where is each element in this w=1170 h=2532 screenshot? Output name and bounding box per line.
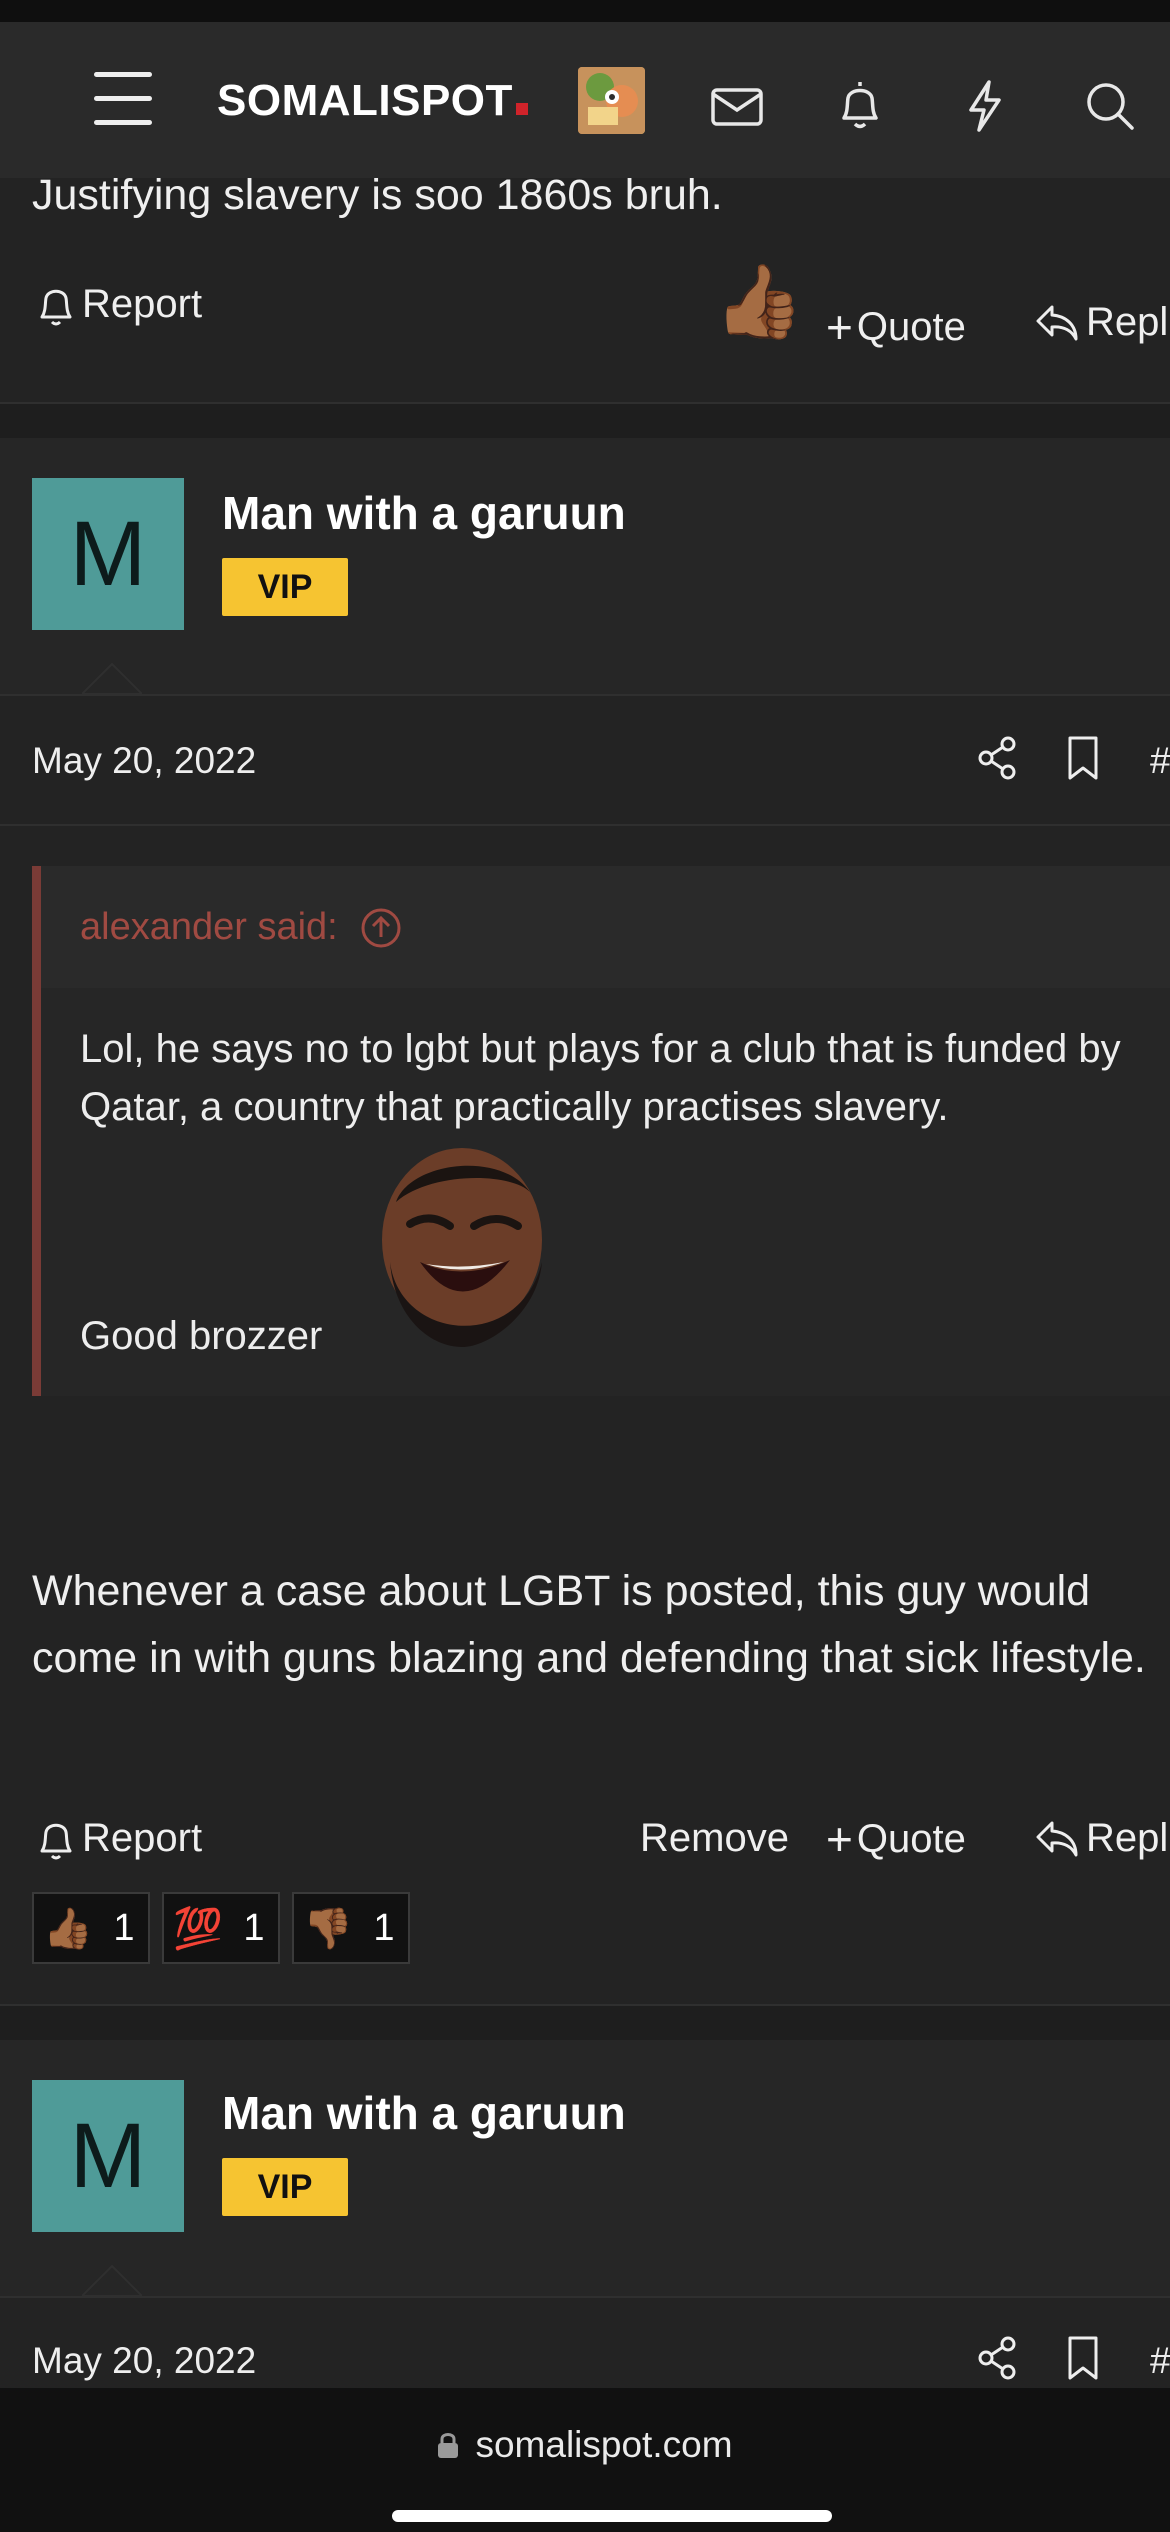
site-header: SOMALISPOT — [0, 22, 1170, 178]
reaction-hundred[interactable]: 💯 1 — [162, 1892, 280, 1964]
thumbs-down-icon: 👎🏾 — [303, 1906, 353, 1951]
reply-icon — [1036, 1821, 1078, 1856]
post-date[interactable]: May 20, 2022 — [32, 2340, 256, 2382]
username[interactable]: Man with a garuun — [222, 2086, 626, 2140]
reaction-thumbs-down[interactable]: 👎🏾 1 — [292, 1892, 410, 1964]
hundred-points-icon: 💯 — [173, 1906, 223, 1951]
thumbs-up-icon: 👍🏾 — [43, 1906, 93, 1951]
reaction-count: 1 — [243, 1906, 265, 1949]
post-date[interactable]: May 20, 2022 — [32, 740, 256, 782]
quote-footer-text: Good brozzer — [80, 1314, 323, 1358]
reaction-count: 1 — [113, 1906, 135, 1949]
arrow-up-circle-icon — [361, 908, 401, 947]
home-indicator[interactable] — [392, 2510, 832, 2522]
avatar-letter: M — [69, 2104, 147, 2207]
post-gap — [0, 404, 1170, 438]
search-icon[interactable] — [1080, 76, 1140, 136]
mail-icon[interactable] — [707, 76, 767, 136]
bell-icon[interactable] — [830, 76, 890, 136]
quote-label: Quote — [856, 1816, 966, 1861]
user-block-pointer — [82, 662, 142, 694]
user-block-pointer — [82, 2264, 142, 2296]
username[interactable]: Man with a garuun — [222, 486, 626, 540]
report-label: Report — [82, 1816, 203, 1860]
avatar[interactable] — [578, 67, 645, 134]
user-avatar[interactable]: M — [32, 2080, 184, 2232]
quote-author-label: alexander said: — [80, 906, 338, 948]
report-label: Report — [82, 282, 203, 326]
post-number-link[interactable]: # — [1150, 740, 1170, 782]
share-icon[interactable] — [972, 2332, 1024, 2384]
reaction-thumbs-up[interactable]: 👍🏾 1 — [32, 1892, 150, 1964]
user-avatar[interactable]: M — [32, 478, 184, 630]
quote-button[interactable]: + Quote — [826, 300, 966, 354]
lock-icon — [438, 2433, 459, 2458]
post-gap — [0, 2006, 1170, 2040]
post-body: Whenever a case about LGBT is posted, th… — [32, 1567, 1146, 1682]
reply-label: Repl — [1086, 300, 1169, 344]
avatar-letter: M — [69, 502, 147, 605]
report-button[interactable]: Report — [36, 1816, 202, 1861]
laughing-face-sticker — [370, 1142, 550, 1352]
share-icon[interactable] — [972, 732, 1024, 784]
post-number-link[interactable]: # — [1150, 2340, 1170, 2382]
reply-label: Repl — [1086, 1816, 1169, 1860]
thumbs-up-reaction-icon[interactable]: 👍🏾 — [714, 262, 804, 342]
divider — [0, 824, 1170, 826]
site-logo[interactable]: SOMALISPOT — [217, 76, 528, 126]
bell-icon — [40, 289, 72, 325]
divider — [0, 694, 1170, 696]
reaction-count: 1 — [373, 1906, 395, 1949]
report-button[interactable]: Report — [36, 282, 202, 327]
quote-label: Quote — [856, 304, 966, 349]
vip-badge: VIP — [222, 2158, 348, 2216]
quote-button[interactable]: + Quote — [826, 1812, 966, 1866]
status-bar — [0, 0, 1170, 22]
vip-badge: VIP — [222, 558, 348, 616]
reply-icon — [1036, 305, 1078, 340]
reply-button[interactable]: Repl — [1034, 1816, 1168, 1861]
reply-button[interactable]: Repl — [1034, 300, 1168, 345]
quote-author[interactable]: alexander said: — [80, 906, 402, 949]
menu-icon[interactable] — [88, 70, 158, 128]
remove-button[interactable]: Remove — [640, 1816, 789, 1861]
address-bar[interactable]: somalispot.com — [0, 2424, 1170, 2466]
bookmark-icon[interactable] — [1060, 2332, 1106, 2384]
bell-icon — [40, 1823, 72, 1859]
quote-text: Lol, he says no to lgbt but plays for a … — [80, 1027, 1121, 1129]
url-text: somalispot.com — [475, 2424, 733, 2465]
lightning-icon[interactable] — [955, 76, 1015, 136]
divider — [0, 2296, 1170, 2298]
bookmark-icon[interactable] — [1060, 732, 1106, 784]
